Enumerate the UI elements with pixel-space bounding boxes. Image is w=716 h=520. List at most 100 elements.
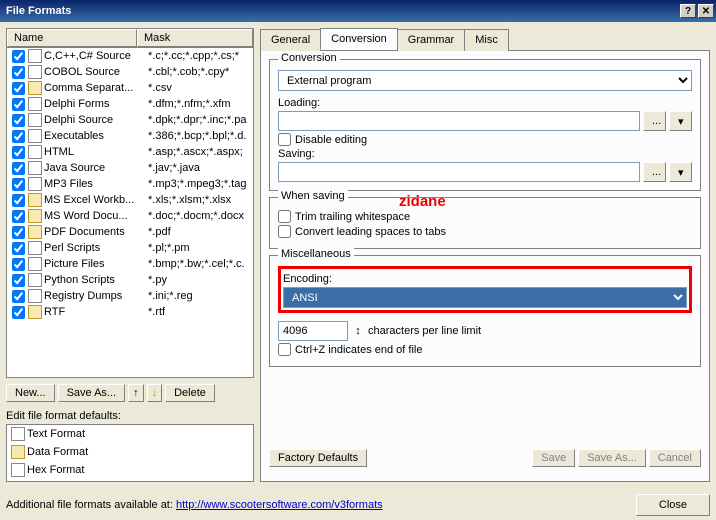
row-mask: *.doc;*.docm;*.docx bbox=[148, 210, 251, 222]
file-icon bbox=[11, 427, 25, 441]
footer-link[interactable]: http://www.scootersoftware.com/v3formats bbox=[176, 499, 383, 511]
row-mask: *.cbl;*.cob;*.cpy* bbox=[148, 66, 251, 78]
row-name: Delphi Source bbox=[44, 114, 148, 126]
table-row[interactable]: RTF*.rtf bbox=[7, 304, 253, 320]
list-item[interactable]: Text Format bbox=[7, 425, 253, 443]
table-row[interactable]: C,C++,C# Source*.c;*.cc;*.cpp;*.cs;* bbox=[7, 48, 253, 64]
row-mask: *.pl;*.pm bbox=[148, 242, 251, 254]
tab-conversion[interactable]: Conversion bbox=[320, 28, 398, 50]
col-mask[interactable]: Mask bbox=[137, 29, 253, 47]
row-name: Executables bbox=[44, 130, 148, 142]
delete-button[interactable]: Delete bbox=[165, 384, 215, 402]
cancel-button[interactable]: Cancel bbox=[649, 449, 701, 467]
save-button[interactable]: Save bbox=[532, 449, 575, 467]
row-checkbox[interactable] bbox=[12, 114, 25, 127]
saving-browse-button[interactable]: ... bbox=[643, 162, 666, 182]
row-mask: *.py bbox=[148, 274, 251, 286]
move-up-button[interactable]: ↑ bbox=[128, 384, 144, 402]
table-row[interactable]: MS Excel Workb...*.xls;*.xlsm;*.xlsx bbox=[7, 192, 253, 208]
row-name: MS Word Docu... bbox=[44, 210, 148, 222]
row-checkbox[interactable] bbox=[12, 258, 25, 271]
saveas-button[interactable]: Save As... bbox=[58, 384, 126, 402]
row-name: PDF Documents bbox=[44, 226, 148, 238]
file-icon bbox=[28, 241, 42, 255]
saveas2-button[interactable]: Save As... bbox=[578, 449, 646, 467]
loading-browse-button[interactable]: ... bbox=[643, 111, 666, 131]
row-checkbox[interactable] bbox=[12, 146, 25, 159]
row-checkbox[interactable] bbox=[12, 66, 25, 79]
table-row[interactable]: Python Scripts*.py bbox=[7, 272, 253, 288]
file-icon bbox=[28, 129, 42, 143]
table-row[interactable]: Perl Scripts*.pl;*.pm bbox=[7, 240, 253, 256]
encoding-select[interactable]: ANSI bbox=[283, 287, 687, 308]
footer-text: Additional file formats available at: bbox=[6, 499, 173, 511]
loading-label: Loading: bbox=[278, 97, 692, 109]
window-title: File Formats bbox=[6, 5, 71, 17]
table-row[interactable]: PDF Documents*.pdf bbox=[7, 224, 253, 240]
whensaving-group: When saving Trim trailing whitespace Con… bbox=[269, 197, 701, 249]
row-checkbox[interactable] bbox=[12, 194, 25, 207]
list-item[interactable]: Hex Format bbox=[7, 461, 253, 479]
row-checkbox[interactable] bbox=[12, 242, 25, 255]
row-checkbox[interactable] bbox=[12, 98, 25, 111]
conversion-type-select[interactable]: External program bbox=[278, 70, 692, 91]
close-button[interactable]: Close bbox=[636, 494, 710, 516]
row-mask: *.dfm;*.nfm;*.xfm bbox=[148, 98, 251, 110]
folder-icon bbox=[28, 193, 42, 207]
tab-misc[interactable]: Misc bbox=[464, 29, 509, 51]
row-checkbox[interactable] bbox=[12, 82, 25, 95]
format-list[interactable]: Name Mask C,C++,C# Source*.c;*.cc;*.cpp;… bbox=[6, 28, 254, 378]
close-window-button[interactable]: ✕ bbox=[698, 4, 714, 18]
loading-input[interactable] bbox=[278, 111, 640, 131]
table-row[interactable]: MP3 Files*.mp3;*.mpeg3;*.tag bbox=[7, 176, 253, 192]
factory-defaults-button[interactable]: Factory Defaults bbox=[269, 449, 367, 467]
table-row[interactable]: MS Word Docu...*.doc;*.docm;*.docx bbox=[7, 208, 253, 224]
disable-editing-checkbox[interactable] bbox=[278, 133, 291, 146]
saving-dropdown-button[interactable]: ▾ bbox=[669, 162, 692, 182]
row-checkbox[interactable] bbox=[12, 210, 25, 223]
ctrlz-checkbox[interactable] bbox=[278, 343, 291, 356]
def-name: Data Format bbox=[27, 446, 88, 458]
row-checkbox[interactable] bbox=[12, 226, 25, 239]
row-name: Python Scripts bbox=[44, 274, 148, 286]
table-row[interactable]: Picture Files*.bmp;*.bw;*.cel;*.c. bbox=[7, 256, 253, 272]
table-row[interactable]: Registry Dumps*.ini;*.reg bbox=[7, 288, 253, 304]
row-checkbox[interactable] bbox=[12, 178, 25, 191]
defaults-list[interactable]: Text Format Data Format Hex Format bbox=[6, 424, 254, 482]
col-name[interactable]: Name bbox=[7, 29, 137, 47]
row-checkbox[interactable] bbox=[12, 274, 25, 287]
file-icon bbox=[28, 289, 42, 303]
list-item[interactable]: Data Format bbox=[7, 443, 253, 461]
chars-input[interactable] bbox=[278, 321, 348, 341]
row-checkbox[interactable] bbox=[12, 162, 25, 175]
tab-grammar[interactable]: Grammar bbox=[397, 29, 465, 51]
tab-general[interactable]: General bbox=[260, 29, 321, 51]
encoding-label: Encoding: bbox=[283, 273, 687, 285]
convert-spaces-checkbox[interactable] bbox=[278, 225, 291, 238]
row-checkbox[interactable] bbox=[12, 290, 25, 303]
help-button[interactable]: ? bbox=[680, 4, 696, 18]
table-row[interactable]: Comma Separat...*.csv bbox=[7, 80, 253, 96]
table-row[interactable]: Delphi Forms*.dfm;*.nfm;*.xfm bbox=[7, 96, 253, 112]
trim-checkbox[interactable] bbox=[278, 210, 291, 223]
table-row[interactable]: HTML*.asp;*.ascx;*.aspx; bbox=[7, 144, 253, 160]
loading-dropdown-button[interactable]: ▾ bbox=[669, 111, 692, 131]
move-down-button[interactable]: ↓ bbox=[147, 384, 163, 402]
new-button[interactable]: New... bbox=[6, 384, 55, 402]
table-row[interactable]: Executables*.386;*.bcp;*.bpl;*.d. bbox=[7, 128, 253, 144]
file-icon bbox=[28, 257, 42, 271]
row-mask: *.jav;*.java bbox=[148, 162, 251, 174]
table-row[interactable]: Java Source*.jav;*.java bbox=[7, 160, 253, 176]
row-checkbox[interactable] bbox=[12, 306, 25, 319]
file-icon bbox=[28, 97, 42, 111]
row-checkbox[interactable] bbox=[12, 130, 25, 143]
table-row[interactable]: Delphi Source*.dpk;*.dpr;*.inc;*.pa bbox=[7, 112, 253, 128]
row-mask: *.386;*.bcp;*.bpl;*.d. bbox=[148, 130, 251, 142]
row-checkbox[interactable] bbox=[12, 50, 25, 63]
conversion-group: Conversion External program Loading: ...… bbox=[269, 59, 701, 191]
table-row[interactable]: COBOL Source*.cbl;*.cob;*.cpy* bbox=[7, 64, 253, 80]
file-icon bbox=[28, 49, 42, 63]
saving-input[interactable] bbox=[278, 162, 640, 182]
row-mask: *.c;*.cc;*.cpp;*.cs;* bbox=[148, 50, 251, 62]
row-mask: *.mp3;*.mpeg3;*.tag bbox=[148, 178, 251, 190]
